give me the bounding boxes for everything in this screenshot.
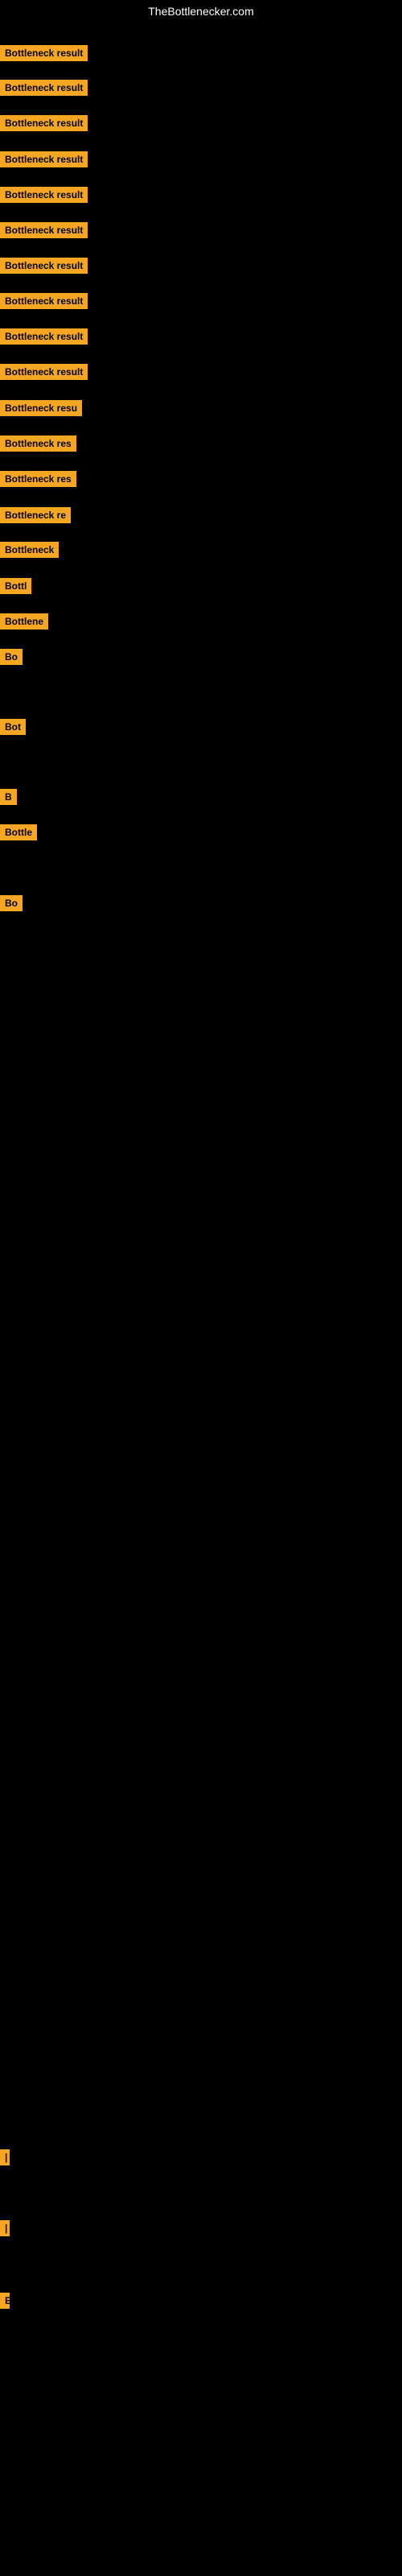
bottleneck-result-badge[interactable]: Bottleneck result bbox=[0, 222, 88, 238]
bottleneck-badge-container-14: Bottleneck re bbox=[0, 507, 71, 527]
bottleneck-result-badge[interactable]: | bbox=[0, 2220, 10, 2236]
bottleneck-badge-container-5: Bottleneck result bbox=[0, 187, 88, 207]
bottleneck-badge-container-9: Bottleneck result bbox=[0, 328, 88, 349]
bottleneck-badge-container-24: | bbox=[0, 2220, 10, 2240]
bottleneck-result-badge[interactable]: Bottleneck result bbox=[0, 80, 88, 96]
bottleneck-result-badge[interactable]: B bbox=[0, 789, 17, 805]
bottleneck-badge-container-6: Bottleneck result bbox=[0, 222, 88, 242]
bottleneck-badge-container-25: E bbox=[0, 2293, 10, 2313]
bottleneck-badge-container-19: Bot bbox=[0, 719, 26, 739]
bottleneck-badge-container-11: Bottleneck resu bbox=[0, 400, 82, 420]
bottleneck-result-badge[interactable]: Bottleneck result bbox=[0, 328, 88, 345]
bottleneck-badge-container-22: Bo bbox=[0, 895, 23, 915]
bottleneck-badge-container-12: Bottleneck res bbox=[0, 436, 76, 456]
bottleneck-result-badge[interactable]: | bbox=[0, 2149, 10, 2165]
bottleneck-badge-container-1: Bottleneck result bbox=[0, 45, 88, 65]
bottleneck-badge-container-7: Bottleneck result bbox=[0, 258, 88, 278]
bottleneck-badge-container-8: Bottleneck result bbox=[0, 293, 88, 313]
bottleneck-result-badge[interactable]: Bottle bbox=[0, 824, 37, 840]
bottleneck-result-badge[interactable]: Bottleneck resu bbox=[0, 400, 82, 416]
bottleneck-result-badge[interactable]: Bottl bbox=[0, 578, 31, 594]
bottleneck-result-badge[interactable]: Bottleneck result bbox=[0, 293, 88, 309]
bottleneck-badge-container-16: Bottl bbox=[0, 578, 31, 598]
bottleneck-badge-container-4: Bottleneck result bbox=[0, 151, 88, 171]
bottleneck-badge-container-20: B bbox=[0, 789, 17, 809]
bottleneck-result-badge[interactable]: E bbox=[0, 2293, 10, 2309]
bottleneck-badge-container-18: Bo bbox=[0, 649, 23, 669]
bottleneck-result-badge[interactable]: Bottleneck result bbox=[0, 45, 88, 61]
bottleneck-badge-container-17: Bottlene bbox=[0, 613, 48, 634]
bottleneck-badge-container-10: Bottleneck result bbox=[0, 364, 88, 384]
site-title: TheBottlenecker.com bbox=[0, 0, 402, 23]
bottleneck-result-badge[interactable]: Bo bbox=[0, 895, 23, 911]
bottleneck-result-badge[interactable]: Bot bbox=[0, 719, 26, 735]
bottleneck-result-badge[interactable]: Bottleneck res bbox=[0, 471, 76, 487]
bottleneck-result-badge[interactable]: Bottleneck result bbox=[0, 258, 88, 274]
bottleneck-badge-container-13: Bottleneck res bbox=[0, 471, 76, 491]
bottleneck-badge-container-15: Bottleneck bbox=[0, 542, 59, 562]
bottleneck-result-badge[interactable]: Bottleneck bbox=[0, 542, 59, 558]
bottleneck-badge-container-23: | bbox=[0, 2149, 10, 2169]
bottleneck-result-badge[interactable]: Bottleneck result bbox=[0, 364, 88, 380]
bottleneck-result-badge[interactable]: Bottleneck re bbox=[0, 507, 71, 523]
bottleneck-badge-container-3: Bottleneck result bbox=[0, 115, 88, 135]
bottleneck-result-badge[interactable]: Bottleneck res bbox=[0, 436, 76, 452]
bottleneck-result-badge[interactable]: Bottleneck result bbox=[0, 187, 88, 203]
bottleneck-result-badge[interactable]: Bottleneck result bbox=[0, 151, 88, 167]
bottleneck-result-badge[interactable]: Bottleneck result bbox=[0, 115, 88, 131]
bottleneck-badge-container-21: Bottle bbox=[0, 824, 37, 844]
bottleneck-result-badge[interactable]: Bottlene bbox=[0, 613, 48, 630]
bottleneck-badge-container-2: Bottleneck result bbox=[0, 80, 88, 100]
bottleneck-result-badge[interactable]: Bo bbox=[0, 649, 23, 665]
